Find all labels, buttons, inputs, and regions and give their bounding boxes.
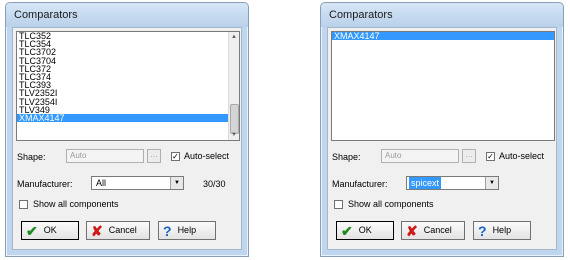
dialog-client: XMAX4147 Shape: Auto … ✓ Auto-select Man… xyxy=(327,27,557,250)
auto-select-label[interactable]: Auto-select xyxy=(499,151,544,161)
manufacturer-select[interactable]: spicext ▼ xyxy=(406,176,499,190)
x-icon: ✘ xyxy=(406,222,418,239)
comparators-dialog-left: Comparators TLC352 TLC354 TLC3702 TLC370… xyxy=(5,2,249,257)
help-button[interactable]: ? Help xyxy=(473,221,531,240)
help-label: Help xyxy=(492,225,512,235)
ok-button[interactable]: ✔ OK xyxy=(21,221,79,240)
chevron-down-icon[interactable]: ▼ xyxy=(170,177,183,189)
chevron-down-icon[interactable]: ▼ xyxy=(485,177,498,189)
component-count: 30/30 xyxy=(203,179,226,189)
help-label: Help xyxy=(177,225,197,235)
check-icon: ✔ xyxy=(26,222,38,239)
ok-button[interactable]: ✔ OK xyxy=(336,221,394,240)
check-icon: ✔ xyxy=(341,222,353,239)
component-list[interactable]: XMAX4147 xyxy=(331,31,555,141)
shape-field[interactable]: Auto xyxy=(66,149,144,163)
manufacturer-value: All xyxy=(96,178,107,188)
auto-select-checkbox[interactable]: ✓ xyxy=(171,152,180,161)
list-item-selected[interactable]: XMAX4147 xyxy=(332,32,554,41)
shape-browse-button[interactable]: … xyxy=(462,149,476,163)
show-all-label[interactable]: Show all components xyxy=(33,199,119,209)
show-all-label[interactable]: Show all components xyxy=(348,199,434,209)
help-button[interactable]: ? Help xyxy=(158,221,216,240)
cancel-label: Cancel xyxy=(423,225,452,235)
cancel-label: Cancel xyxy=(108,225,137,235)
scroll-up-icon[interactable]: ▲ xyxy=(229,32,239,42)
shape-field[interactable]: Auto xyxy=(381,149,459,163)
dialog-client: TLC352 TLC354 TLC3702 TLC3704 TLC372 TLC… xyxy=(12,27,242,250)
show-all-checkbox[interactable] xyxy=(334,200,343,209)
cancel-button[interactable]: ✘ Cancel xyxy=(86,221,150,240)
comparators-dialog-right: Comparators XMAX4147 Shape: Auto … ✓ Aut… xyxy=(320,2,564,257)
shape-browse-button[interactable]: … xyxy=(147,149,161,163)
ok-label: OK xyxy=(358,225,372,235)
question-icon: ? xyxy=(478,222,487,239)
shape-label: Shape: xyxy=(332,152,361,162)
scroll-down-icon[interactable]: ▼ xyxy=(229,130,239,140)
cancel-button[interactable]: ✘ Cancel xyxy=(401,221,465,240)
dialog-title: Comparators xyxy=(14,9,78,21)
dialog-title: Comparators xyxy=(329,9,393,21)
manufacturer-label: Manufacturer: xyxy=(17,179,73,189)
ok-label: OK xyxy=(43,225,57,235)
auto-select-label[interactable]: Auto-select xyxy=(184,151,229,161)
shape-label: Shape: xyxy=(17,152,46,162)
show-all-checkbox[interactable] xyxy=(19,200,28,209)
x-icon: ✘ xyxy=(91,222,103,239)
manufacturer-value: spicext xyxy=(409,177,442,189)
list-scrollbar[interactable]: ▲ ▼ xyxy=(228,32,239,140)
title-bar[interactable]: Comparators xyxy=(321,3,563,27)
question-icon: ? xyxy=(163,222,172,239)
list-item[interactable]: TLV2354I xyxy=(17,97,239,106)
manufacturer-label: Manufacturer: xyxy=(332,179,388,189)
component-list[interactable]: TLC352 TLC354 TLC3702 TLC3704 TLC372 TLC… xyxy=(16,31,240,141)
auto-select-checkbox[interactable]: ✓ xyxy=(486,152,495,161)
list-item-selected[interactable]: XMAX4147 xyxy=(17,113,239,122)
title-bar[interactable]: Comparators xyxy=(6,3,248,27)
manufacturer-select[interactable]: All ▼ xyxy=(91,176,184,190)
